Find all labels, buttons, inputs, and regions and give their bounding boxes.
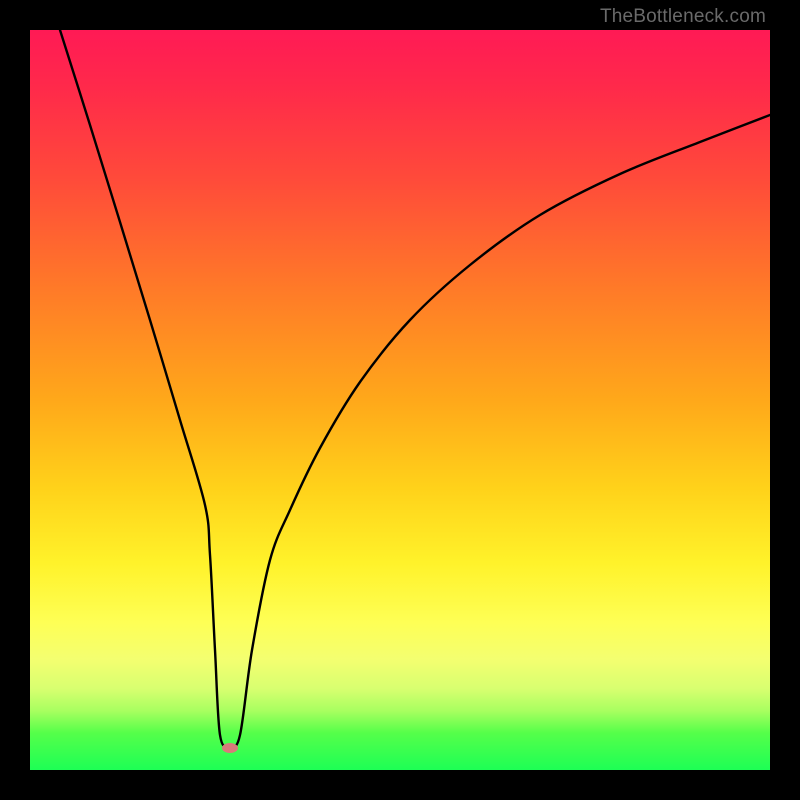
bottleneck-curve	[60, 30, 770, 747]
watermark-text: TheBottleneck.com	[600, 6, 766, 28]
curve-layer	[30, 30, 770, 770]
minimum-marker	[222, 743, 238, 753]
chart-frame: TheBottleneck.com	[0, 0, 800, 800]
plot-area	[30, 30, 770, 770]
